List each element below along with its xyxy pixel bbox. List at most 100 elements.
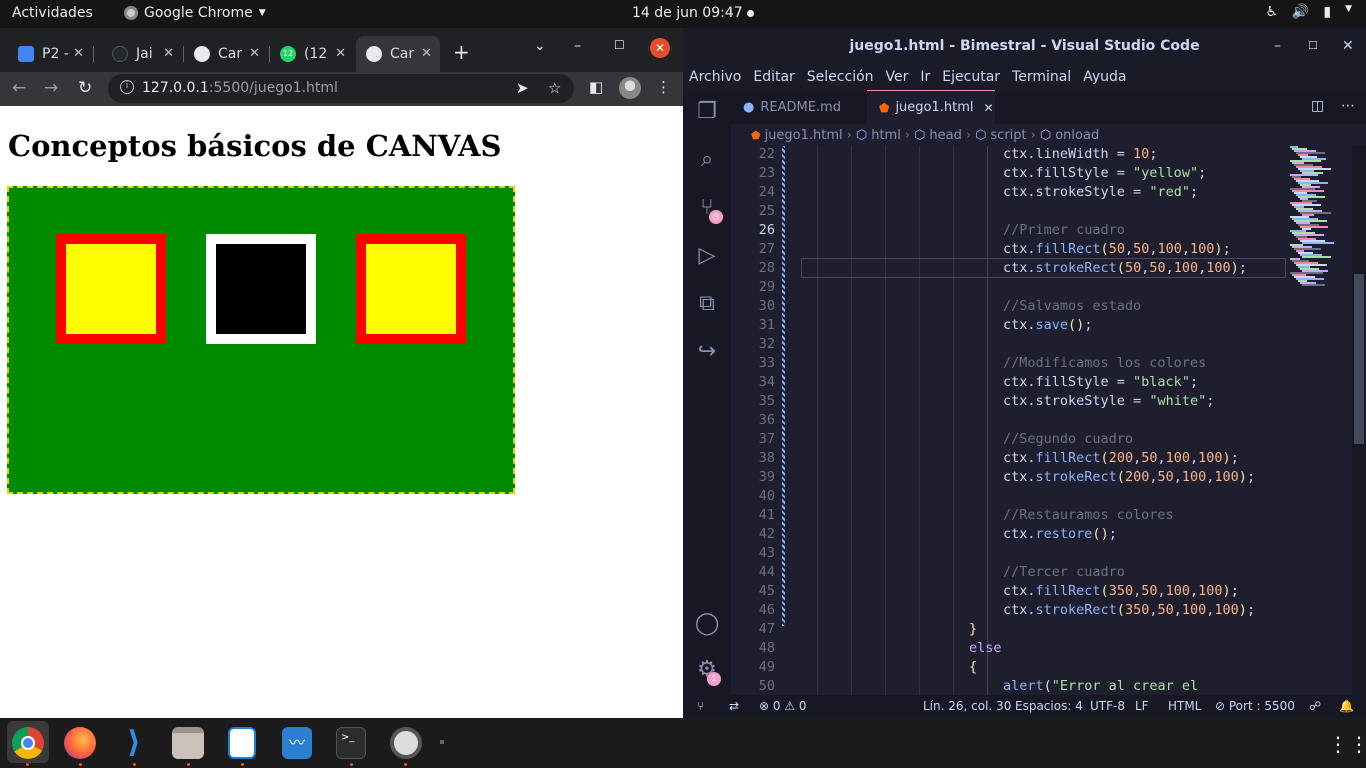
system-tray[interactable]: ♿ 🔊 ▮ ▼ <box>1265 4 1352 20</box>
close-window-icon[interactable]: ✕ <box>650 38 670 58</box>
tab-whatsapp[interactable]: 12 (12 ✕ <box>270 36 354 72</box>
code-line[interactable]: 39 ctx.strokeRect(200,50,100,100); <box>731 469 1286 488</box>
menu-terminal[interactable]: Terminal <box>1012 69 1071 85</box>
menu-archivo[interactable]: Archivo <box>689 69 741 85</box>
site-info-icon[interactable]: i <box>120 80 134 94</box>
code-line[interactable]: 50 alert("Error al crear el <box>731 678 1286 695</box>
feedback-icon[interactable]: ☍ <box>1309 699 1321 713</box>
tab-classroom[interactable]: P2 - ✕ <box>0 36 92 72</box>
code-line[interactable]: 26 //Primer cuadro <box>731 222 1286 241</box>
close-icon[interactable]: ✕ <box>421 46 432 61</box>
code-line[interactable]: 48 else <box>731 640 1286 659</box>
line-endings[interactable]: LF <box>1135 699 1149 713</box>
close-icon[interactable]: ✕ <box>984 101 994 115</box>
code-line[interactable]: 30 //Salvamos estado <box>731 298 1286 317</box>
code-line[interactable]: 27 ctx.fillRect(50,50,100,100); <box>731 241 1286 260</box>
menu-ir[interactable]: Ir <box>920 69 930 85</box>
code-line[interactable]: 32 <box>731 336 1286 355</box>
side-panel-icon[interactable]: ◧ <box>589 78 603 96</box>
code-line[interactable]: 42 ctx.restore(); <box>731 526 1286 545</box>
menu-ayuda[interactable]: Ayuda <box>1083 69 1126 85</box>
close-icon[interactable]: ✕ <box>249 46 260 61</box>
app-menu[interactable]: Google Chrome ▼ <box>124 5 266 21</box>
activities-button[interactable]: Actividades <box>12 5 93 21</box>
sync-icon[interactable]: ⇄ <box>729 699 739 713</box>
accessibility-icon[interactable]: ♿ <box>1265 4 1278 20</box>
close-icon[interactable]: ✕ <box>335 46 346 61</box>
code-line[interactable]: 23 ctx.fillStyle = "yellow"; <box>731 165 1286 184</box>
battery-icon[interactable]: ▮ <box>1323 4 1331 20</box>
code-line[interactable]: 38 ctx.fillRect(200,50,100,100); <box>731 450 1286 469</box>
code-line[interactable]: 22 ctx.lineWidth = 10; <box>731 146 1286 165</box>
problems-indicator[interactable]: ⊗ 0 ⚠ 0 <box>759 699 807 713</box>
tab-canvas-1[interactable]: Car ✕ <box>184 36 268 72</box>
address-bar[interactable]: i 127.0.0.1:5500/juego1.html ➤ ☆ <box>108 74 574 103</box>
firefox-icon[interactable] <box>64 727 96 759</box>
more-actions-icon[interactable]: ⋯ <box>1341 98 1355 114</box>
code-line[interactable]: 24 ctx.strokeStyle = "red"; <box>731 184 1286 203</box>
show-apps-grid-icon[interactable]: ⋮⋮⋮ <box>1328 732 1366 756</box>
maximize-icon[interactable]: ☐ <box>614 38 625 52</box>
run-debug-icon[interactable]: ▷ <box>693 242 721 270</box>
breadcrumb-file[interactable]: juego1.html <box>765 128 843 143</box>
menu-ver[interactable]: Ver <box>886 69 909 85</box>
code-line[interactable]: 40 <box>731 488 1286 507</box>
code-line[interactable]: 29 <box>731 279 1286 298</box>
updater-icon[interactable] <box>390 727 422 759</box>
back-icon[interactable]: ← <box>12 78 26 98</box>
maximize-icon[interactable]: ☐ <box>1308 28 1318 64</box>
breadcrumb-head[interactable]: head <box>929 128 961 143</box>
minimize-icon[interactable]: – <box>1274 28 1281 64</box>
remote-icon[interactable]: ↪ <box>693 338 721 366</box>
search-icon[interactable]: ⌕ <box>693 146 721 174</box>
send-icon[interactable]: ➤ <box>516 79 529 97</box>
encoding[interactable]: UTF-8 <box>1090 699 1125 713</box>
language-mode[interactable]: HTML <box>1168 699 1201 713</box>
indentation[interactable]: Espacios: 4 <box>1015 699 1083 713</box>
menu-editar[interactable]: Editar <box>753 69 794 85</box>
vscode-icon[interactable]: ⟩ <box>118 727 150 759</box>
volume-icon[interactable]: 🔊 <box>1292 4 1309 20</box>
close-icon[interactable]: ✕ <box>73 46 84 61</box>
menu-seleccion[interactable]: Selección <box>807 69 874 85</box>
breadcrumb-onload[interactable]: onload <box>1055 128 1099 143</box>
minimap[interactable] <box>1286 146 1352 695</box>
notifications-bell-icon[interactable]: 🔔 <box>1339 699 1354 713</box>
editor-scrollbar[interactable] <box>1352 146 1366 695</box>
system-monitor-icon[interactable]: 〰 <box>282 727 312 759</box>
document-icon[interactable] <box>228 727 256 759</box>
breadcrumb-script[interactable]: script <box>990 128 1026 143</box>
forward-icon[interactable]: → <box>44 78 58 98</box>
tab-juego1[interactable]: ⬟ juego1.html ✕ <box>867 90 995 124</box>
folder-icon[interactable] <box>172 727 204 759</box>
cursor-position[interactable]: Lín. 26, col. 30 <box>923 699 1011 713</box>
code-line[interactable]: 37 //Segundo cuadro <box>731 431 1286 450</box>
code-line[interactable]: 41 //Restauramos colores <box>731 507 1286 526</box>
code-line[interactable]: 35 ctx.strokeStyle = "white"; <box>731 393 1286 412</box>
reload-icon[interactable]: ↻ <box>78 78 92 98</box>
code-line[interactable]: 49 { <box>731 659 1286 678</box>
code-line[interactable]: 33 //Modificamos los colores <box>731 355 1286 374</box>
accounts-icon[interactable]: ◯ <box>693 610 721 638</box>
code-line[interactable]: 44 //Tercer cuadro <box>731 564 1286 583</box>
scrollbar-thumb[interactable] <box>1354 274 1364 444</box>
breadcrumb-html[interactable]: html <box>871 128 901 143</box>
tab-search-icon[interactable]: ⌄ <box>534 38 546 54</box>
code-editor[interactable]: 22 ctx.lineWidth = 10; 23 ctx.fillStyle = "… <box>731 146 1286 695</box>
tab-canvas-active[interactable]: Car ✕ <box>356 36 440 72</box>
remote-status-icon[interactable]: ⑂ <box>697 699 704 713</box>
new-tab-icon[interactable]: + <box>453 40 470 64</box>
split-editor-icon[interactable]: ◫ <box>1311 98 1324 114</box>
code-line[interactable]: 45 ctx.fillRect(350,50,100,100); <box>731 583 1286 602</box>
code-line[interactable]: 31 ctx.save(); <box>731 317 1286 336</box>
kebab-menu-icon[interactable]: ⋮ <box>656 78 671 96</box>
power-menu-icon[interactable]: ▼ <box>1345 4 1352 20</box>
minimize-icon[interactable]: – <box>574 38 581 54</box>
code-line[interactable]: 46 ctx.strokeRect(350,50,100,100); <box>731 602 1286 621</box>
close-icon[interactable]: ✕ <box>163 46 174 61</box>
explorer-icon[interactable]: ❐ <box>693 98 721 126</box>
tab-readme[interactable]: ● README.md <box>731 90 859 124</box>
close-window-icon[interactable]: ✕ <box>1342 28 1354 64</box>
code-line[interactable]: 28 ctx.strokeRect(50,50,100,100); <box>731 260 1286 279</box>
code-line[interactable]: 34 ctx.fillStyle = "black"; <box>731 374 1286 393</box>
